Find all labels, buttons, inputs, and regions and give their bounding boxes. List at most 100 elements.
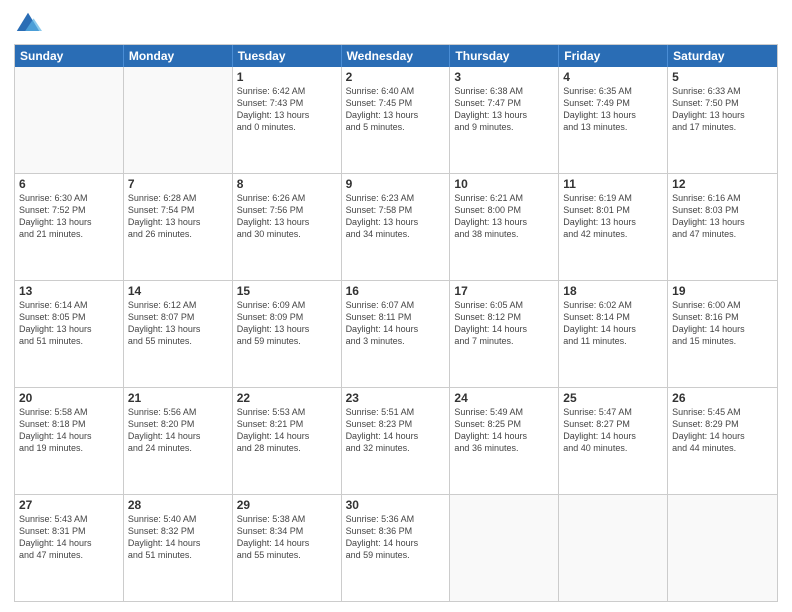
day-info: Sunrise: 5:45 AM Sunset: 8:29 PM Dayligh… [672, 406, 773, 455]
day-info: Sunrise: 6:23 AM Sunset: 7:58 PM Dayligh… [346, 192, 446, 241]
day-number: 20 [19, 391, 119, 405]
day-cell-8: 8Sunrise: 6:26 AM Sunset: 7:56 PM Daylig… [233, 174, 342, 280]
day-cell-17: 17Sunrise: 6:05 AM Sunset: 8:12 PM Dayli… [450, 281, 559, 387]
header-day-saturday: Saturday [668, 45, 777, 67]
day-cell-10: 10Sunrise: 6:21 AM Sunset: 8:00 PM Dayli… [450, 174, 559, 280]
day-number: 2 [346, 70, 446, 84]
day-cell-13: 13Sunrise: 6:14 AM Sunset: 8:05 PM Dayli… [15, 281, 124, 387]
day-cell-30: 30Sunrise: 5:36 AM Sunset: 8:36 PM Dayli… [342, 495, 451, 601]
day-cell-16: 16Sunrise: 6:07 AM Sunset: 8:11 PM Dayli… [342, 281, 451, 387]
day-cell-empty-4-4 [450, 495, 559, 601]
day-cell-14: 14Sunrise: 6:12 AM Sunset: 8:07 PM Dayli… [124, 281, 233, 387]
day-cell-7: 7Sunrise: 6:28 AM Sunset: 7:54 PM Daylig… [124, 174, 233, 280]
day-number: 18 [563, 284, 663, 298]
day-info: Sunrise: 6:35 AM Sunset: 7:49 PM Dayligh… [563, 85, 663, 134]
day-cell-28: 28Sunrise: 5:40 AM Sunset: 8:32 PM Dayli… [124, 495, 233, 601]
page: SundayMondayTuesdayWednesdayThursdayFrid… [0, 0, 792, 612]
day-cell-4: 4Sunrise: 6:35 AM Sunset: 7:49 PM Daylig… [559, 67, 668, 173]
day-info: Sunrise: 6:40 AM Sunset: 7:45 PM Dayligh… [346, 85, 446, 134]
day-cell-29: 29Sunrise: 5:38 AM Sunset: 8:34 PM Dayli… [233, 495, 342, 601]
header-day-wednesday: Wednesday [342, 45, 451, 67]
day-info: Sunrise: 6:42 AM Sunset: 7:43 PM Dayligh… [237, 85, 337, 134]
day-info: Sunrise: 6:05 AM Sunset: 8:12 PM Dayligh… [454, 299, 554, 348]
day-cell-empty-4-6 [668, 495, 777, 601]
header-day-monday: Monday [124, 45, 233, 67]
day-info: Sunrise: 5:58 AM Sunset: 8:18 PM Dayligh… [19, 406, 119, 455]
calendar-body: 1Sunrise: 6:42 AM Sunset: 7:43 PM Daylig… [15, 67, 777, 601]
day-number: 7 [128, 177, 228, 191]
day-number: 5 [672, 70, 773, 84]
header [14, 10, 778, 38]
day-cell-27: 27Sunrise: 5:43 AM Sunset: 8:31 PM Dayli… [15, 495, 124, 601]
calendar-row-3: 20Sunrise: 5:58 AM Sunset: 8:18 PM Dayli… [15, 387, 777, 494]
day-info: Sunrise: 6:14 AM Sunset: 8:05 PM Dayligh… [19, 299, 119, 348]
day-info: Sunrise: 5:56 AM Sunset: 8:20 PM Dayligh… [128, 406, 228, 455]
day-info: Sunrise: 6:00 AM Sunset: 8:16 PM Dayligh… [672, 299, 773, 348]
header-day-friday: Friday [559, 45, 668, 67]
calendar-header: SundayMondayTuesdayWednesdayThursdayFrid… [15, 45, 777, 67]
day-info: Sunrise: 5:49 AM Sunset: 8:25 PM Dayligh… [454, 406, 554, 455]
day-info: Sunrise: 6:16 AM Sunset: 8:03 PM Dayligh… [672, 192, 773, 241]
day-cell-19: 19Sunrise: 6:00 AM Sunset: 8:16 PM Dayli… [668, 281, 777, 387]
day-number: 1 [237, 70, 337, 84]
day-info: Sunrise: 5:36 AM Sunset: 8:36 PM Dayligh… [346, 513, 446, 562]
day-cell-empty-4-5 [559, 495, 668, 601]
logo-icon [14, 10, 42, 38]
day-number: 8 [237, 177, 337, 191]
day-info: Sunrise: 6:07 AM Sunset: 8:11 PM Dayligh… [346, 299, 446, 348]
day-info: Sunrise: 6:12 AM Sunset: 8:07 PM Dayligh… [128, 299, 228, 348]
day-cell-24: 24Sunrise: 5:49 AM Sunset: 8:25 PM Dayli… [450, 388, 559, 494]
header-day-sunday: Sunday [15, 45, 124, 67]
day-info: Sunrise: 6:19 AM Sunset: 8:01 PM Dayligh… [563, 192, 663, 241]
day-info: Sunrise: 6:30 AM Sunset: 7:52 PM Dayligh… [19, 192, 119, 241]
day-cell-empty-0-0 [15, 67, 124, 173]
day-info: Sunrise: 6:26 AM Sunset: 7:56 PM Dayligh… [237, 192, 337, 241]
day-number: 30 [346, 498, 446, 512]
day-cell-empty-0-1 [124, 67, 233, 173]
day-info: Sunrise: 5:53 AM Sunset: 8:21 PM Dayligh… [237, 406, 337, 455]
calendar-row-2: 13Sunrise: 6:14 AM Sunset: 8:05 PM Dayli… [15, 280, 777, 387]
day-number: 14 [128, 284, 228, 298]
day-cell-23: 23Sunrise: 5:51 AM Sunset: 8:23 PM Dayli… [342, 388, 451, 494]
day-cell-22: 22Sunrise: 5:53 AM Sunset: 8:21 PM Dayli… [233, 388, 342, 494]
calendar-row-0: 1Sunrise: 6:42 AM Sunset: 7:43 PM Daylig… [15, 67, 777, 173]
day-number: 17 [454, 284, 554, 298]
day-number: 4 [563, 70, 663, 84]
day-number: 27 [19, 498, 119, 512]
day-info: Sunrise: 5:40 AM Sunset: 8:32 PM Dayligh… [128, 513, 228, 562]
day-number: 29 [237, 498, 337, 512]
calendar-row-1: 6Sunrise: 6:30 AM Sunset: 7:52 PM Daylig… [15, 173, 777, 280]
day-info: Sunrise: 5:51 AM Sunset: 8:23 PM Dayligh… [346, 406, 446, 455]
day-number: 11 [563, 177, 663, 191]
day-info: Sunrise: 6:21 AM Sunset: 8:00 PM Dayligh… [454, 192, 554, 241]
logo [14, 10, 46, 38]
day-number: 6 [19, 177, 119, 191]
day-number: 22 [237, 391, 337, 405]
day-cell-6: 6Sunrise: 6:30 AM Sunset: 7:52 PM Daylig… [15, 174, 124, 280]
day-number: 25 [563, 391, 663, 405]
day-info: Sunrise: 5:38 AM Sunset: 8:34 PM Dayligh… [237, 513, 337, 562]
day-number: 21 [128, 391, 228, 405]
day-cell-25: 25Sunrise: 5:47 AM Sunset: 8:27 PM Dayli… [559, 388, 668, 494]
day-number: 10 [454, 177, 554, 191]
day-number: 24 [454, 391, 554, 405]
day-cell-21: 21Sunrise: 5:56 AM Sunset: 8:20 PM Dayli… [124, 388, 233, 494]
day-cell-5: 5Sunrise: 6:33 AM Sunset: 7:50 PM Daylig… [668, 67, 777, 173]
day-cell-12: 12Sunrise: 6:16 AM Sunset: 8:03 PM Dayli… [668, 174, 777, 280]
day-number: 9 [346, 177, 446, 191]
day-number: 19 [672, 284, 773, 298]
day-cell-2: 2Sunrise: 6:40 AM Sunset: 7:45 PM Daylig… [342, 67, 451, 173]
day-number: 13 [19, 284, 119, 298]
calendar-row-4: 27Sunrise: 5:43 AM Sunset: 8:31 PM Dayli… [15, 494, 777, 601]
header-day-tuesday: Tuesday [233, 45, 342, 67]
day-number: 15 [237, 284, 337, 298]
day-info: Sunrise: 6:33 AM Sunset: 7:50 PM Dayligh… [672, 85, 773, 134]
day-info: Sunrise: 5:43 AM Sunset: 8:31 PM Dayligh… [19, 513, 119, 562]
day-cell-26: 26Sunrise: 5:45 AM Sunset: 8:29 PM Dayli… [668, 388, 777, 494]
day-number: 3 [454, 70, 554, 84]
day-info: Sunrise: 5:47 AM Sunset: 8:27 PM Dayligh… [563, 406, 663, 455]
day-number: 23 [346, 391, 446, 405]
day-number: 16 [346, 284, 446, 298]
day-cell-15: 15Sunrise: 6:09 AM Sunset: 8:09 PM Dayli… [233, 281, 342, 387]
day-cell-3: 3Sunrise: 6:38 AM Sunset: 7:47 PM Daylig… [450, 67, 559, 173]
